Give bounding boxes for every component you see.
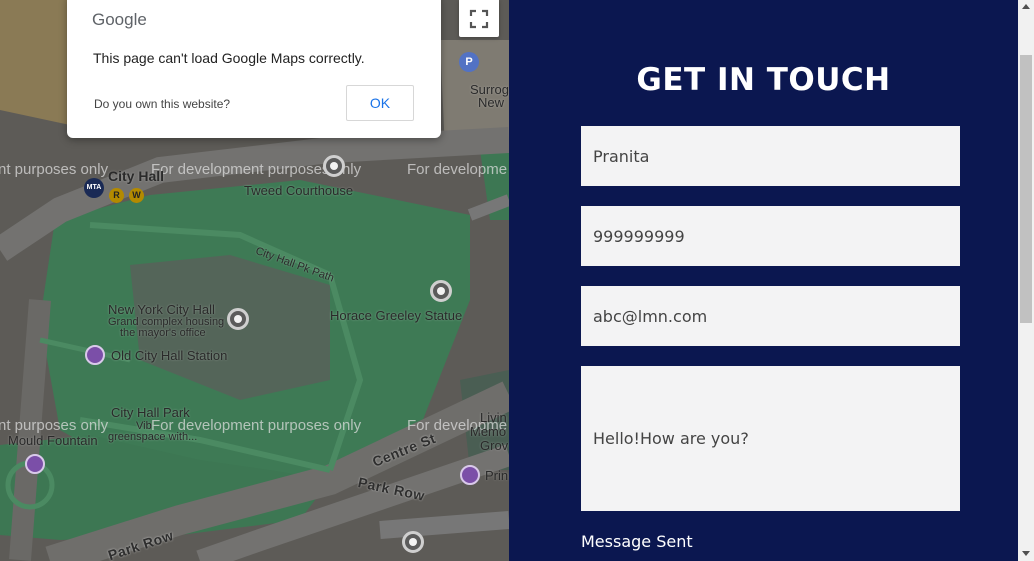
map-watermark: nt purposes only bbox=[0, 417, 109, 434]
map-label-memo: Memo bbox=[470, 424, 507, 439]
google-logo: Google bbox=[92, 10, 147, 29]
poi-pin-icon[interactable] bbox=[460, 465, 480, 485]
landmark-pin-icon[interactable] bbox=[323, 155, 345, 177]
scroll-down-icon[interactable] bbox=[1022, 551, 1030, 556]
map-label-prin: Prin bbox=[485, 468, 509, 483]
map-label-city-hall-park: City Hall Park bbox=[111, 405, 190, 420]
status-text: Message Sent bbox=[581, 532, 693, 551]
map-watermark: For developme bbox=[407, 161, 508, 178]
page-scrollbar[interactable] bbox=[1018, 0, 1034, 561]
metro-icon[interactable]: MTA bbox=[84, 178, 104, 198]
map-label-mould: Mould Fountain bbox=[8, 433, 98, 448]
map-label-nyc-hall-desc: the mayor's office bbox=[120, 327, 206, 339]
map-label-horace: Horace Greeley Statue bbox=[330, 308, 463, 323]
scroll-up-icon[interactable] bbox=[1022, 4, 1030, 9]
phone-field[interactable]: 999999999 bbox=[581, 206, 960, 266]
station-pin-icon[interactable] bbox=[85, 345, 105, 365]
landmark-pin-icon[interactable] bbox=[402, 531, 424, 553]
subway-line-w-icon[interactable]: W bbox=[129, 188, 144, 203]
fullscreen-icon bbox=[469, 9, 489, 28]
map-label-new: New bbox=[478, 95, 505, 110]
maps-error-dialog: Google This page can't load Google Maps … bbox=[67, 0, 441, 138]
ok-button[interactable]: OK bbox=[346, 85, 414, 121]
map-label-park-desc: greenspace with... bbox=[108, 431, 198, 443]
contact-panel: GET IN TOUCH Pranita 999999999 abc@lmn.c… bbox=[509, 0, 1018, 561]
email-field[interactable]: abc@lmn.com bbox=[581, 286, 960, 346]
own-website-link[interactable]: Do you own this website? bbox=[94, 97, 230, 111]
name-field[interactable]: Pranita bbox=[581, 126, 960, 186]
map-label-old-station: Old City Hall Station bbox=[111, 348, 228, 363]
error-message: This page can't load Google Maps correct… bbox=[93, 50, 365, 66]
fountain-pin-icon[interactable] bbox=[25, 454, 45, 474]
map-label-nyc-hall: New York City Hall bbox=[108, 302, 215, 317]
scrollbar-thumb[interactable] bbox=[1020, 55, 1032, 323]
subway-line-r-icon[interactable]: R bbox=[109, 188, 124, 203]
map-watermark: nt purposes only bbox=[0, 161, 109, 178]
map-label-city-hall: City Hall bbox=[108, 168, 165, 184]
map-label-tweed: Tweed Courthouse bbox=[244, 183, 354, 198]
page-title: GET IN TOUCH bbox=[636, 62, 891, 98]
landmark-pin-icon[interactable] bbox=[430, 280, 452, 302]
parking-icon[interactable]: P bbox=[459, 52, 479, 72]
map-label-livin: Livin bbox=[480, 410, 507, 425]
landmark-pin-icon[interactable] bbox=[227, 308, 249, 330]
message-field[interactable]: Hello!How are you? bbox=[581, 366, 960, 511]
map-label-grov: Grov bbox=[480, 438, 509, 453]
map-area[interactable]: nt purposes only For developme nt purpose… bbox=[0, 0, 509, 561]
fullscreen-button[interactable] bbox=[459, 0, 499, 37]
